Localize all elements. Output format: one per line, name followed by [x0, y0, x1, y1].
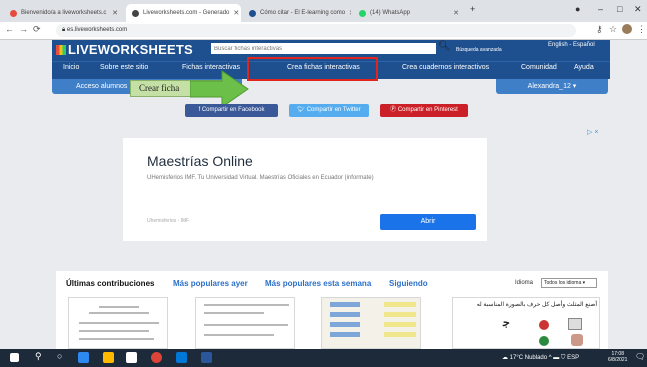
- forward-arrow-icon[interactable]: →: [19, 24, 28, 34]
- nav-crea-cuadernos[interactable]: Crea cuadernos interactivos: [402, 64, 489, 71]
- share-facebook-button[interactable]: f Compartir en Facebook: [185, 104, 278, 117]
- highlight-annotation-box: [247, 57, 378, 81]
- fruit-picture-icon: [539, 336, 549, 346]
- edge-icon[interactable]: [78, 352, 89, 363]
- system-tray[interactable]: ☁ 17°C Nublado ^ ▬ ⛉ ESP: [502, 354, 579, 362]
- weather-text: 17°C Nublado: [509, 355, 548, 361]
- word-icon[interactable]: [201, 352, 212, 363]
- reload-icon[interactable]: ⟳: [33, 24, 41, 35]
- minimize-button[interactable]: –: [598, 4, 603, 14]
- close-window-button[interactable]: ✕: [634, 4, 642, 15]
- weather-icon: ☁: [502, 355, 510, 361]
- share-pinterest-button[interactable]: Ⓟ Compartir en Pinterest: [380, 104, 468, 117]
- nav-sobre-este-sitio[interactable]: Sobre este sitio: [100, 64, 148, 71]
- letter-glyph: ﺟ: [503, 317, 510, 329]
- menu-dots-icon[interactable]: ⋮: [637, 24, 646, 35]
- browser-tab-1[interactable]: Bienvenido/a a liveworksheets.c ✕: [4, 4, 124, 22]
- advanced-search-link[interactable]: Búsqueda avanzada: [456, 47, 502, 53]
- adchoices-icon[interactable]: ▷ ×: [587, 128, 598, 136]
- close-tab-icon[interactable]: ✕: [345, 9, 351, 17]
- ad-description: UHemisferios IMF. Tu Universidad Virtual…: [147, 175, 374, 181]
- maximize-button[interactable]: □: [617, 4, 622, 14]
- record-icon: ●: [575, 4, 581, 14]
- whatsapp-favicon-icon: [359, 9, 366, 17]
- nav-ayuda[interactable]: Ayuda: [574, 64, 594, 71]
- user-menu-button[interactable]: Alexandra_12 ▾: [496, 79, 608, 94]
- ad-title[interactable]: Maestrías Online: [147, 153, 253, 169]
- close-tab-icon[interactable]: ✕: [108, 9, 118, 17]
- idioma-select[interactable]: Todos los idioma ▾: [541, 278, 597, 288]
- new-tab-button[interactable]: +: [470, 4, 475, 14]
- url-text: es.liveworksheets.com: [66, 27, 128, 33]
- liveworksheets-favicon-icon: [10, 9, 17, 17]
- tab-label: (14) WhatsApp: [370, 10, 411, 16]
- green-arrow-icon: [190, 70, 249, 108]
- tab-mas-populares-ayer[interactable]: Más populares ayer: [173, 279, 248, 288]
- cortana-icon[interactable]: ○: [57, 351, 62, 361]
- tab-label: Cómo citar - El E-learning como: [260, 10, 346, 16]
- back-arrow-icon[interactable]: ←: [5, 24, 14, 34]
- profile-avatar[interactable]: [622, 24, 632, 34]
- taskbar-clock[interactable]: 17:08 6/8/2021: [608, 351, 627, 363]
- close-tab-icon[interactable]: ✕: [229, 9, 239, 17]
- browser-tab-4[interactable]: (14) WhatsApp ✕: [353, 4, 465, 22]
- nav-comunidad[interactable]: Comunidad: [521, 64, 557, 71]
- url-field[interactable]: 🔒︎ es.liveworksheets.com: [56, 24, 576, 37]
- twitter-icon: 🐦︎: [297, 107, 307, 113]
- share-twitter-label: Compartir en Twitter: [306, 107, 361, 113]
- site-logo[interactable]: LIVEWORKSHEETS: [56, 42, 193, 57]
- camera-picture-icon: [568, 318, 582, 330]
- pinterest-icon: Ⓟ: [390, 107, 398, 113]
- object-picture-icon: [571, 334, 583, 346]
- ad-open-button[interactable]: Abrir: [380, 214, 476, 230]
- notifications-icon[interactable]: 🗨︎: [635, 352, 645, 361]
- site-favicon-icon: [249, 9, 256, 17]
- idioma-label: Idioma: [515, 280, 534, 286]
- store-icon[interactable]: [126, 352, 137, 363]
- clock-date: 6/8/2021: [608, 357, 628, 363]
- worksheet-thumbnail-3[interactable]: [321, 297, 421, 349]
- close-tab-icon[interactable]: ✕: [449, 9, 459, 17]
- mail-icon[interactable]: [176, 352, 187, 363]
- search-input[interactable]: [211, 43, 436, 54]
- logo-text: LIVEWORKSHEETS: [68, 42, 193, 57]
- file-explorer-icon[interactable]: [103, 352, 114, 363]
- windows-start-icon[interactable]: [10, 353, 19, 362]
- browser-tab-2[interactable]: Liveworksheets.com - Generado ✕: [126, 4, 241, 22]
- tab-label: Liveworksheets.com - Generado: [143, 10, 230, 16]
- input-language: ESP: [567, 355, 580, 361]
- worksheet-thumbnail-1[interactable]: [68, 297, 168, 349]
- worksheet-thumbnail-2[interactable]: [195, 297, 295, 349]
- share-pinterest-label: Compartir en Pinterest: [397, 107, 458, 113]
- nav-inicio[interactable]: Inicio: [63, 64, 79, 71]
- search-icon[interactable]: 🔍︎: [438, 41, 451, 52]
- tab-mas-populares-semana[interactable]: Más populares esta semana: [265, 279, 371, 288]
- language-switcher[interactable]: English - Español: [548, 42, 595, 48]
- thumbnail-arabic-text: أصنع المثلث وأصل كل حرف بالصورة المناسبة…: [476, 302, 597, 308]
- key-icon[interactable]: ⚷: [596, 24, 603, 35]
- tab-label: Bienvenido/a a liveworksheets.c: [21, 10, 107, 16]
- tab-ultimas-contribuciones[interactable]: Últimas contribuciones: [66, 279, 154, 288]
- browser-tab-3[interactable]: Cómo citar - El E-learning como ✕: [243, 4, 351, 22]
- apple-picture-icon: [539, 320, 549, 330]
- tab-siguiendo[interactable]: Siguiendo: [389, 279, 428, 288]
- ad-sponsor: Uhemisferios - IMF: [147, 218, 190, 224]
- tray-icons: ^ ▬ ⛉: [547, 355, 568, 361]
- worksheet-thumbnail-4[interactable]: أصنع المثلث وأصل كل حرف بالصورة المناسبة…: [452, 297, 600, 349]
- share-twitter-button[interactable]: 🐦︎ Compartir en Twitter: [289, 104, 369, 117]
- search-taskbar-icon[interactable]: ⚲: [35, 351, 42, 362]
- logo-grid-icon: [56, 45, 66, 55]
- star-icon[interactable]: ☆: [609, 24, 617, 35]
- liveworksheets-favicon-icon: [132, 9, 139, 17]
- chrome-icon[interactable]: [151, 352, 162, 363]
